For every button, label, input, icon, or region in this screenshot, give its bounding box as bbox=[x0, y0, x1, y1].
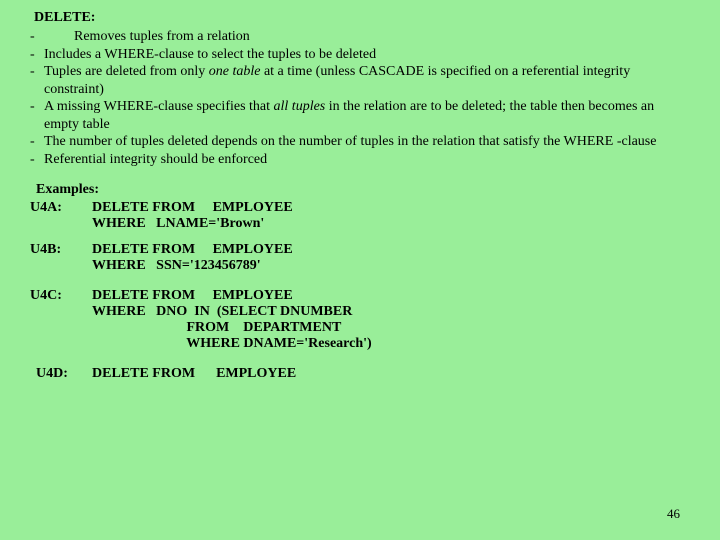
bullet-text: Removes tuples from a relation bbox=[44, 28, 690, 46]
bullet-text: A missing WHERE-clause specifies that al… bbox=[44, 98, 690, 133]
bullet-text: Referential integrity should be enforced bbox=[44, 151, 690, 169]
bullet-dash: - bbox=[30, 46, 44, 64]
example-label: U4A: bbox=[30, 200, 92, 232]
bullet-list: - Removes tuples from a relation - Inclu… bbox=[30, 28, 690, 168]
bullet-text: Includes a WHERE-clause to select the tu… bbox=[44, 46, 690, 64]
bullet-text-span: Removes tuples from a relation bbox=[74, 29, 250, 44]
list-item: - Removes tuples from a relation bbox=[30, 28, 690, 46]
example-code: DELETE FROM EMPLOYEE bbox=[92, 366, 690, 382]
bullet-text: The number of tuples deleted depends on … bbox=[44, 133, 690, 151]
list-item: - Referential integrity should be enforc… bbox=[30, 151, 690, 169]
delete-heading: DELETE: bbox=[34, 10, 690, 26]
example-code: DELETE FROM EMPLOYEE WHERE LNAME='Brown' bbox=[92, 200, 690, 232]
example-code: DELETE FROM EMPLOYEE WHERE SSN='12345678… bbox=[92, 242, 690, 274]
bullet-dash: - bbox=[30, 151, 44, 169]
bullet-text: Tuples are deleted from only one table a… bbox=[44, 63, 690, 98]
examples-heading: Examples: bbox=[36, 182, 690, 198]
bullet-dash: - bbox=[30, 28, 44, 46]
page-number: 46 bbox=[667, 506, 680, 522]
list-item: - Includes a WHERE-clause to select the … bbox=[30, 46, 690, 64]
bullet-dash: - bbox=[30, 133, 44, 151]
slide: DELETE: - Removes tuples from a relation… bbox=[0, 0, 720, 540]
example-label: U4B: bbox=[30, 242, 92, 274]
example-block: U4B: DELETE FROM EMPLOYEE WHERE SSN='123… bbox=[30, 242, 690, 274]
example-block: U4D: DELETE FROM EMPLOYEE bbox=[30, 366, 690, 382]
list-item: - Tuples are deleted from only one table… bbox=[30, 63, 690, 98]
bullet-dash: - bbox=[30, 63, 44, 81]
list-item: - The number of tuples deleted depends o… bbox=[30, 133, 690, 151]
example-label: U4C: bbox=[30, 288, 92, 352]
list-item: - A missing WHERE-clause specifies that … bbox=[30, 98, 690, 133]
example-block: U4A: DELETE FROM EMPLOYEE WHERE LNAME='B… bbox=[30, 200, 690, 232]
example-label: U4D: bbox=[36, 366, 92, 382]
example-code: DELETE FROM EMPLOYEE WHERE DNO IN (SELEC… bbox=[92, 288, 690, 352]
example-block: U4C: DELETE FROM EMPLOYEE WHERE DNO IN (… bbox=[30, 288, 690, 352]
bullet-dash: - bbox=[30, 98, 44, 116]
